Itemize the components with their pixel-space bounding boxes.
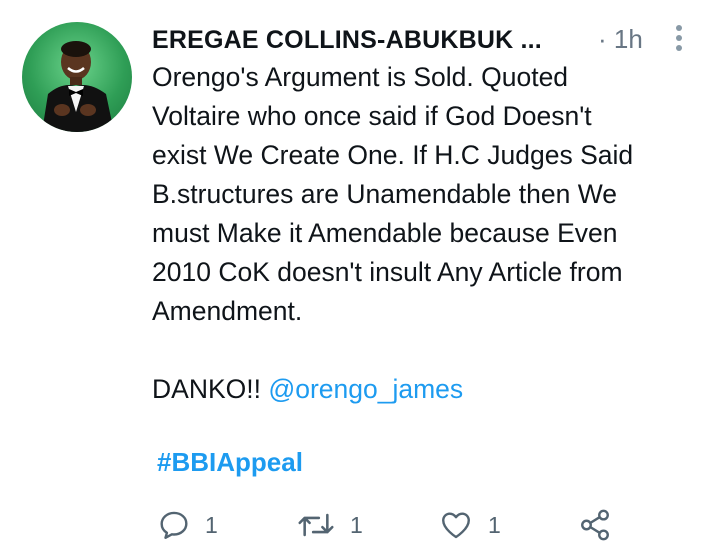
retweet-icon bbox=[298, 513, 334, 537]
author-name[interactable]: EREGAE COLLINS-ABUKBUK ... bbox=[152, 26, 542, 55]
timestamp[interactable]: · 1h bbox=[598, 24, 643, 55]
tweet-line: exist We Create One. If H.C Judges Said bbox=[152, 140, 634, 170]
share-button[interactable] bbox=[578, 500, 612, 550]
tweet-line: must Make it Amendable because Even bbox=[152, 218, 618, 248]
like-count: 1 bbox=[488, 511, 501, 538]
retweet-count: 1 bbox=[350, 511, 363, 538]
closing-text: DANKO!! bbox=[152, 374, 269, 404]
tweet-line: 2010 CoK doesn't insult Any Article from bbox=[152, 257, 623, 287]
like-icon bbox=[442, 512, 470, 539]
reply-icon bbox=[160, 511, 188, 539]
more-vertical-icon[interactable] bbox=[672, 24, 686, 52]
action-bar: 1 1 1 bbox=[0, 500, 720, 550]
reply-count: 1 bbox=[205, 511, 218, 538]
reply-button[interactable]: 1 bbox=[157, 500, 218, 550]
avatar-image bbox=[42, 41, 114, 132]
tweet-line: Orengo's Argument is Sold. Quoted bbox=[152, 62, 569, 92]
mention-link[interactable]: @orengo_james bbox=[268, 374, 463, 404]
tweet-line: Voltaire who once said if God Doesn't bbox=[152, 101, 592, 131]
tweet-closing-line: DANKO!! @orengo_james bbox=[152, 370, 697, 409]
tweet-line: Amendment. bbox=[152, 296, 303, 326]
like-button[interactable]: 1 bbox=[438, 500, 501, 550]
tweet-text: Orengo's Argument is Sold. Quoted Voltai… bbox=[152, 58, 697, 409]
tweet-line: B.structures are Unamendable then We bbox=[152, 179, 617, 209]
retweet-button[interactable]: 1 bbox=[296, 500, 363, 550]
share-icon bbox=[581, 509, 609, 541]
avatar[interactable] bbox=[22, 22, 132, 132]
hashtag-link[interactable]: #BBIAppeal bbox=[157, 447, 303, 478]
